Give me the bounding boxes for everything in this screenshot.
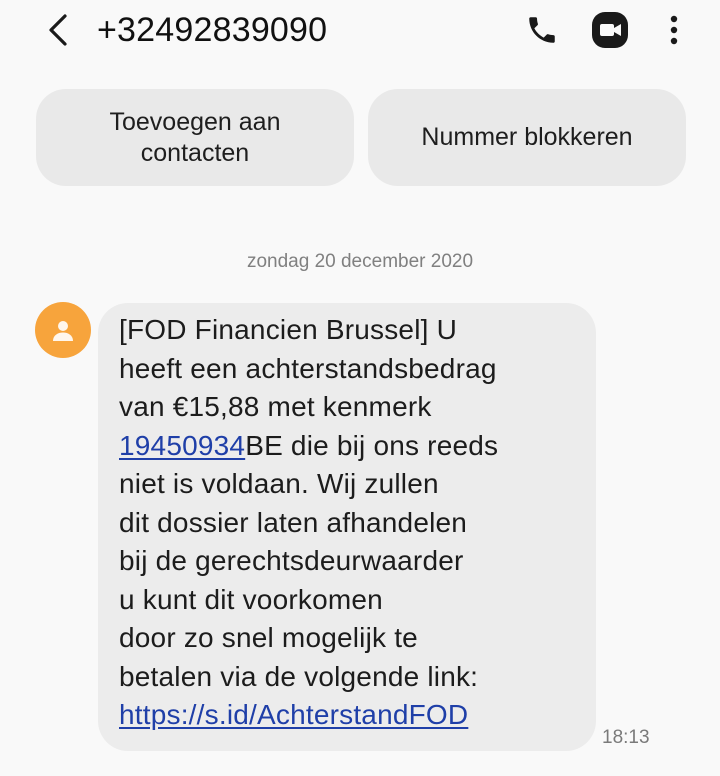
phone-icon xyxy=(529,17,555,43)
contact-number: +32492839090 xyxy=(97,11,328,49)
add-to-contacts-button[interactable]: Toevoegen aan contacten xyxy=(36,89,354,186)
back-button[interactable] xyxy=(38,10,78,50)
app-header: +32492839090 xyxy=(0,0,720,66)
more-vertical-icon xyxy=(670,15,678,45)
call-button[interactable] xyxy=(522,10,562,50)
message-text-2: BE die bij ons reeds niet is voldaan. Wi… xyxy=(119,429,499,692)
date-header: zondag 20 december 2020 xyxy=(246,251,474,272)
chevron-left-icon xyxy=(49,14,67,46)
block-number-button[interactable]: Nummer blokkeren xyxy=(368,89,686,186)
more-options-button[interactable] xyxy=(654,10,694,50)
video-call-button[interactable] xyxy=(590,10,630,50)
message-text-1: [FOD Financien Brussel] U heeft een acht… xyxy=(119,314,497,422)
video-camera-icon xyxy=(592,12,628,48)
person-icon xyxy=(53,321,73,341)
message-timestamp: 18:13 xyxy=(602,727,650,748)
header-actions xyxy=(522,10,694,50)
phishing-url-link[interactable]: https://s.id/AchterstandFOD xyxy=(119,699,468,730)
avatar[interactable] xyxy=(35,302,91,358)
contact-actions: Toevoegen aan contacten Nummer blokkeren xyxy=(36,89,686,186)
message-bubble[interactable]: [FOD Financien Brussel] U heeft een acht… xyxy=(98,303,596,751)
reference-number-link[interactable]: 19450934 xyxy=(119,430,245,461)
